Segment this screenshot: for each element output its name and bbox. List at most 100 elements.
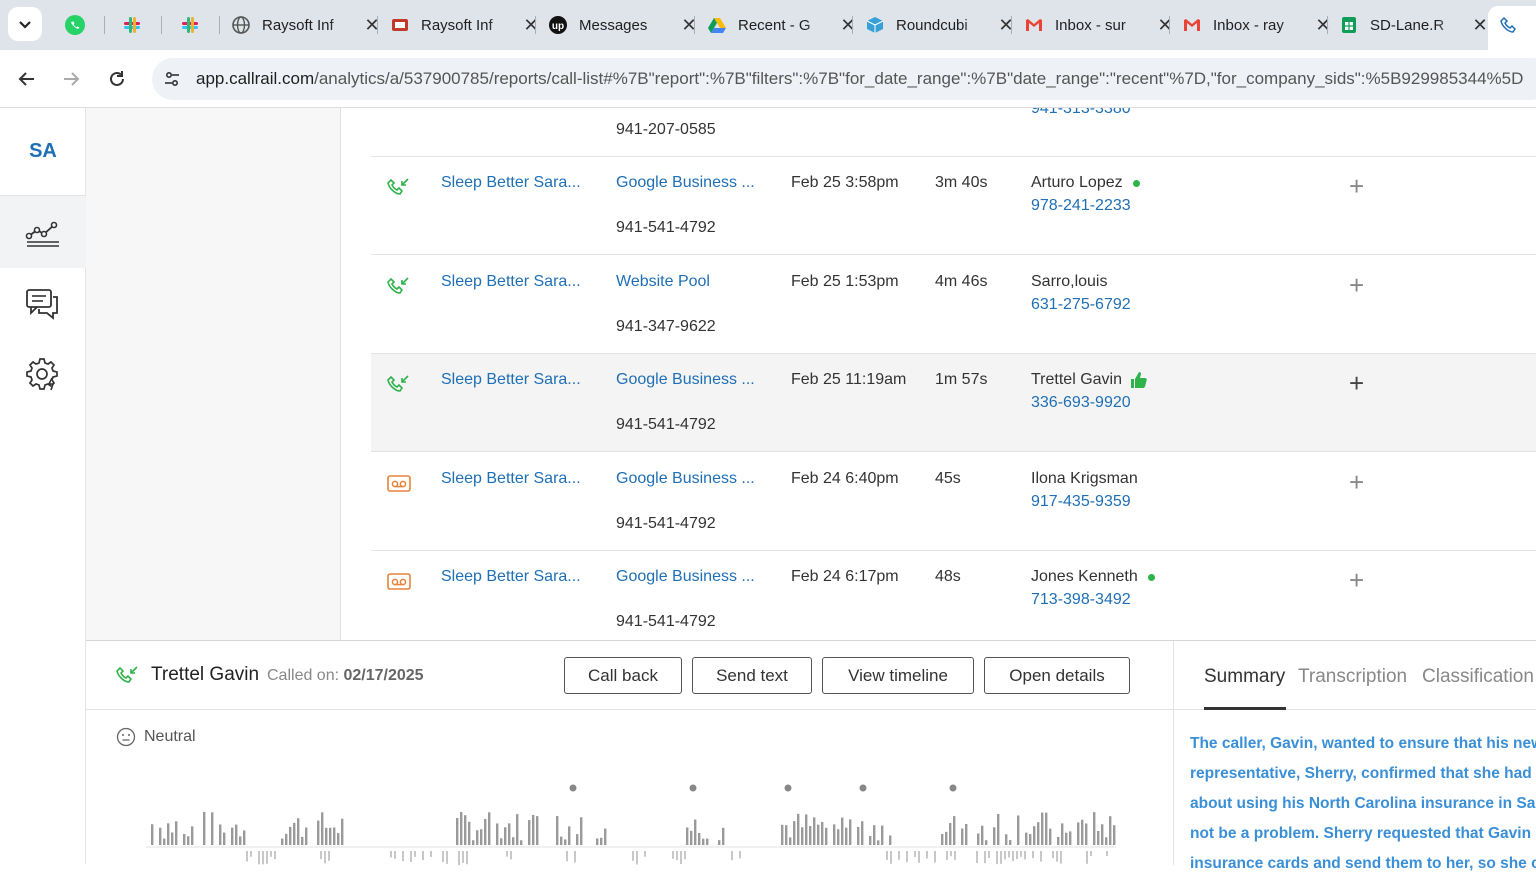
- back-button[interactable]: [11, 63, 43, 95]
- waveform-bar: [941, 834, 944, 845]
- waveform-bar: [402, 851, 404, 862]
- waveform-bar: [1077, 822, 1080, 845]
- browser-tab[interactable]: Inbox - ray ✕: [1183, 8, 1331, 42]
- tab-title: Inbox - sur: [1055, 16, 1126, 34]
- waveform-bar: [934, 851, 936, 863]
- caller-phone-link[interactable]: 713-398-3492: [1031, 591, 1131, 609]
- waveform-bar: [580, 817, 583, 845]
- caller-name: Arturo Lopez: [1031, 174, 1140, 192]
- pinned-tab-slack-1[interactable]: [117, 10, 147, 40]
- company-link[interactable]: Sleep Better Sara...: [441, 174, 586, 192]
- open-details-button[interactable]: Open details: [984, 657, 1130, 694]
- caller-name-text: Jones Kenneth: [1031, 568, 1138, 585]
- waveform-bar: [965, 823, 968, 845]
- company-link[interactable]: Sleep Better Sara...: [441, 470, 586, 488]
- google-drive-icon: [708, 16, 726, 34]
- caller-phone-link[interactable]: 978-241-2233: [1031, 197, 1131, 215]
- waveform-bar: [949, 823, 952, 845]
- source-link[interactable]: Google Business ...: [616, 371, 761, 389]
- waveform-bar: [219, 824, 222, 845]
- account-switcher[interactable]: SA: [0, 108, 86, 196]
- slack-icon: [182, 17, 198, 33]
- browser-tab[interactable]: Inbox - sur ✕: [1025, 8, 1173, 42]
- browser-tab[interactable]: SD-Lane.R ✕: [1340, 8, 1488, 42]
- table-row[interactable]: 941-207-0585 941-313-3380: [371, 108, 1536, 157]
- close-tab-icon[interactable]: ✕: [1157, 15, 1173, 36]
- waveform-bar: [793, 821, 796, 845]
- add-tag-icon[interactable]: +: [1349, 173, 1364, 199]
- forward-button[interactable]: [55, 63, 87, 95]
- add-tag-icon[interactable]: +: [1349, 469, 1364, 495]
- active-tab-callrail[interactable]: [1488, 6, 1536, 50]
- source-link[interactable]: Google Business ...: [616, 470, 761, 488]
- caller-phone-link[interactable]: 941-313-3380: [1031, 108, 1131, 118]
- call-back-button[interactable]: Call back: [564, 657, 682, 694]
- browser-tab[interactable]: up Messages ✕: [549, 8, 697, 42]
- new-caller-dot: [1132, 179, 1140, 187]
- add-tag-icon[interactable]: +: [1349, 272, 1364, 298]
- add-tag-icon[interactable]: +: [1349, 567, 1364, 593]
- waveform-bar: [946, 851, 948, 860]
- tab-transcription[interactable]: Transcription: [1298, 666, 1407, 688]
- tab-classification[interactable]: Classification: [1422, 666, 1534, 688]
- close-tab-icon[interactable]: ✕: [1472, 15, 1488, 36]
- waveform-bar: [676, 851, 678, 861]
- waveform-bar: [686, 827, 689, 845]
- browser-tab[interactable]: Roundcubi ✕: [866, 8, 1014, 42]
- source-link[interactable]: Google Business ...: [616, 174, 761, 192]
- inbound-call-icon: [387, 178, 409, 195]
- nav-analytics[interactable]: [0, 196, 86, 268]
- waveform-bar: [480, 829, 483, 845]
- table-row[interactable]: Sleep Better Sara... Website Pool 941-34…: [371, 256, 1536, 354]
- view-timeline-button[interactable]: View timeline: [822, 657, 974, 694]
- browser-tab[interactable]: Raysoft Inf ✕: [391, 8, 539, 42]
- waveform-bar: [981, 825, 984, 845]
- call-duration: 4m 46s: [935, 273, 988, 290]
- waveform-bar: [731, 851, 733, 861]
- waveform-bar: [961, 828, 964, 845]
- waveform-bar: [472, 840, 475, 845]
- caller-phone-link[interactable]: 917-435-9359: [1031, 493, 1131, 511]
- browser-tab[interactable]: Recent - G ✕: [708, 8, 856, 42]
- company-link[interactable]: Sleep Better Sara...: [441, 371, 586, 389]
- pinned-tab-whatsapp[interactable]: [60, 10, 90, 40]
- tracking-number: 941-541-4792: [616, 613, 716, 630]
- waveform-bar: [889, 835, 892, 845]
- audio-waveform[interactable]: [146, 777, 1116, 867]
- table-row-selected[interactable]: Sleep Better Sara... Google Business ...…: [371, 354, 1536, 452]
- tracking-number: 941-541-4792: [616, 416, 716, 433]
- source-link[interactable]: Google Business ...: [616, 568, 761, 586]
- close-tab-icon[interactable]: ✕: [1315, 15, 1331, 36]
- waveform-bar: [809, 826, 812, 845]
- address-bar[interactable]: app.callrail.com/analytics/a/537900785/r…: [152, 58, 1536, 100]
- waveform-bar: [430, 851, 432, 857]
- tab-summary[interactable]: Summary: [1204, 666, 1285, 688]
- pinned-tab-slack-2[interactable]: [175, 10, 205, 40]
- close-tab-icon[interactable]: ✕: [840, 15, 856, 36]
- company-link[interactable]: Sleep Better Sara...: [441, 273, 586, 291]
- waveform-bar: [329, 827, 332, 845]
- table-row[interactable]: Sleep Better Sara... Google Business ...…: [371, 453, 1536, 551]
- waveform-bar: [466, 851, 468, 865]
- caller-phone-link[interactable]: 631-275-6792: [1031, 296, 1131, 314]
- source-link[interactable]: Website Pool: [616, 273, 761, 291]
- waveform-bar: [500, 838, 503, 845]
- tab-search-button[interactable]: [8, 7, 42, 41]
- caller-phone-link[interactable]: 336-693-9920: [1031, 394, 1131, 412]
- close-tab-icon[interactable]: ✕: [523, 15, 539, 36]
- nav-settings[interactable]: [0, 338, 86, 410]
- company-link[interactable]: Sleep Better Sara...: [441, 568, 586, 586]
- send-text-button[interactable]: Send text: [692, 657, 812, 694]
- waveform-bar: [953, 816, 956, 845]
- table-row[interactable]: Sleep Better Sara... Google Business ...…: [371, 157, 1536, 255]
- detail-caller-name: Trettel Gavin: [151, 664, 260, 685]
- waveform-bar: [274, 851, 276, 860]
- table-row[interactable]: Sleep Better Sara... Google Business ...…: [371, 551, 1536, 640]
- waveform-bar: [520, 840, 523, 845]
- waveform-bar: [821, 821, 824, 845]
- site-settings-icon[interactable]: [156, 63, 188, 95]
- reload-button[interactable]: [101, 63, 133, 95]
- browser-tab[interactable]: Raysoft Inf ✕: [232, 8, 380, 42]
- add-tag-icon[interactable]: +: [1349, 370, 1364, 396]
- nav-messages[interactable]: [0, 268, 86, 340]
